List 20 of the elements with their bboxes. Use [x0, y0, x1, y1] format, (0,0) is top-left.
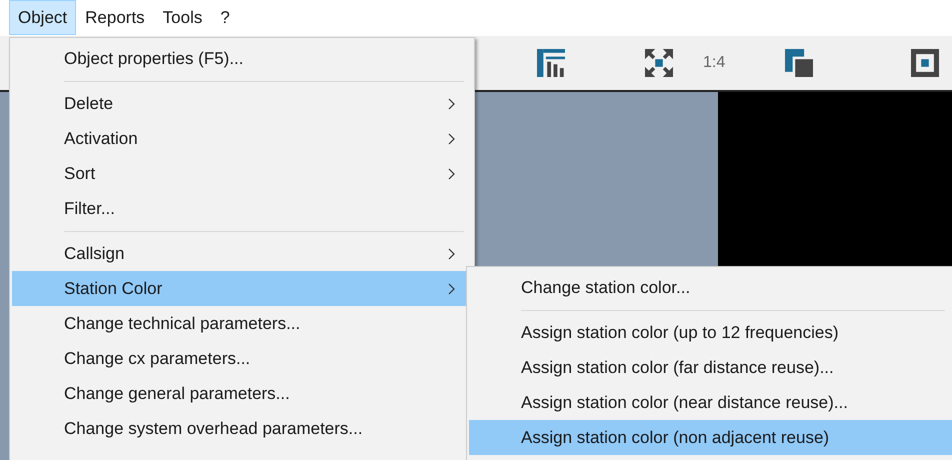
frame-icon[interactable]	[911, 49, 940, 77]
menu-item[interactable]: Filter...	[12, 191, 472, 226]
menu-item[interactable]: Callsign	[12, 236, 472, 271]
menu-item[interactable]: Object properties (F5)...	[12, 41, 472, 76]
menu-item[interactable]: Assign station color (up to 12 frequencies)	[469, 315, 952, 350]
menu-item[interactable]: Change station color...	[469, 270, 952, 305]
menu-item[interactable]: Assign station color (far distance reuse)...	[469, 350, 952, 385]
layers-icon[interactable]	[785, 49, 814, 77]
zoom-label: 1:4	[703, 53, 726, 73]
menu-item[interactable]: Assign station color (near distance reuse)...	[469, 385, 952, 420]
chart-icon[interactable]	[537, 49, 565, 77]
menubar-item[interactable]: Reports	[76, 0, 154, 35]
menubar-item[interactable]: ?	[211, 0, 239, 35]
menu-item[interactable]: Assign station color (non adjacent reuse)	[469, 420, 952, 455]
menu-item[interactable]: Delete	[12, 86, 472, 121]
fit-view-icon[interactable]	[645, 49, 673, 77]
menu-item[interactable]: Sort	[12, 156, 472, 191]
menubar-item[interactable]: Tools	[154, 0, 212, 35]
menubar-item[interactable]: Object	[9, 0, 76, 35]
menu-item[interactable]: Activation	[12, 121, 472, 156]
